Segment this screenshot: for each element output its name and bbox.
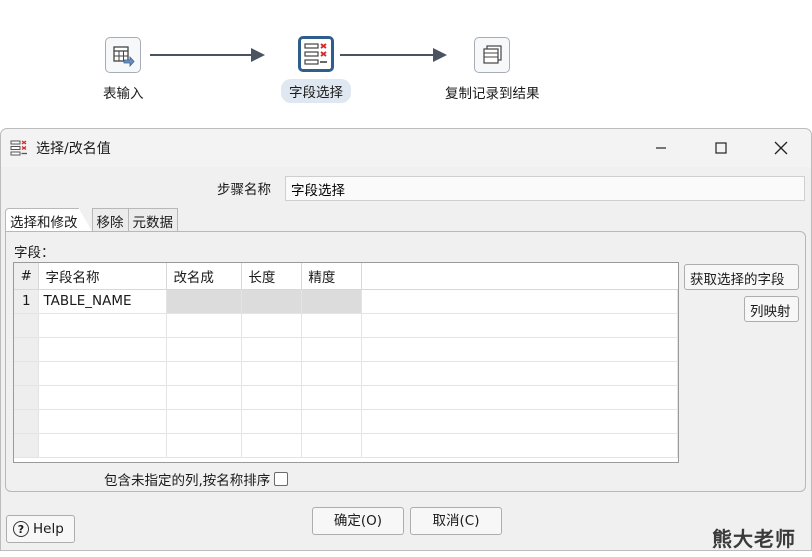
tab-metadata[interactable]: 元数据 [127,208,178,232]
select-values-dialog: 选择/改名值 步骤名称 选择和修改 移除 元数据 字段： [0,128,812,551]
column-mapping-button[interactable]: 列映射 [744,296,799,322]
help-icon: ? [13,521,29,537]
dialog-title: 选择/改名值 [36,141,111,157]
table-cell[interactable] [38,337,168,362]
table-cell[interactable] [301,337,363,362]
get-fields-button[interactable]: 获取选择的字段 [684,264,799,290]
table-row[interactable] [14,433,678,458]
tab-remove[interactable]: 移除 [91,208,129,232]
table-cell[interactable] [38,385,168,410]
table-cell[interactable] [166,313,243,338]
column-header-rename-to[interactable]: 改名成 [166,263,243,290]
row-number: 1 [14,289,40,314]
empty-cell [361,337,678,362]
table-row[interactable] [14,385,678,410]
column-header-empty [361,263,678,290]
row-number [14,313,40,338]
step-select-values[interactable]: 字段选择 [281,36,351,103]
row-number [14,385,40,410]
table-cell[interactable] [38,409,168,434]
hop-arrow[interactable] [150,48,265,62]
empty-cell [361,409,678,434]
minimize-button[interactable] [631,129,691,167]
hop-arrow[interactable] [340,48,447,62]
step-label: 表输入 [103,86,144,102]
table-cell[interactable] [241,337,303,362]
table-cell[interactable] [301,361,363,386]
table-cell[interactable] [301,433,363,458]
row-number [14,433,40,458]
table-cell[interactable] [301,313,363,338]
cancel-button[interactable]: 取消(C) [410,507,502,535]
help-button[interactable]: ? Help [6,515,75,543]
select-values-icon [10,140,27,156]
ok-button[interactable]: 确定(O) [312,507,404,535]
table-cell[interactable] [241,313,303,338]
dialog-titlebar[interactable]: 选择/改名值 [1,129,811,167]
table-cell[interactable] [38,433,168,458]
fields-table[interactable]: # 字段名称 改名成 长度 精度 1 TABLE_NAME [13,262,679,463]
step-label: 字段选择 [281,79,351,103]
empty-cell [361,313,678,338]
table-cell[interactable] [166,385,243,410]
column-header-length[interactable]: 长度 [241,263,303,290]
include-unspecified-label: 包含未指定的列,按名称排序 [104,473,271,489]
step-name-input[interactable] [285,176,805,201]
transformation-canvas[interactable]: 表输入 字段选择 复制记录到结果 [0,0,812,130]
empty-cell [361,361,678,386]
table-row[interactable]: 1 TABLE_NAME [14,289,678,314]
close-button[interactable] [751,129,811,167]
close-icon [774,141,788,155]
table-cell[interactable] [166,433,243,458]
include-unspecified-row: 包含未指定的列,按名称排序 [104,469,289,489]
column-header-rownum[interactable]: # [14,263,40,290]
table-row[interactable] [14,313,678,338]
step-label: 复制记录到结果 [445,86,540,102]
step-copy-rows-to-result[interactable]: 复制记录到结果 [437,37,548,104]
table-input-icon[interactable] [105,37,142,73]
length-cell[interactable] [241,289,303,314]
table-cell[interactable] [241,385,303,410]
table-cell[interactable] [166,409,243,434]
table-cell[interactable] [301,409,363,434]
copy-rows-to-result-icon[interactable] [474,37,511,73]
minimize-icon [656,147,666,149]
field-name-cell[interactable]: TABLE_NAME [38,289,168,314]
row-number [14,409,40,434]
table-cell[interactable] [166,361,243,386]
table-cell[interactable] [241,433,303,458]
precision-cell[interactable] [301,289,363,314]
step-table-input[interactable]: 表输入 [95,37,152,104]
tab-bar: 选择和修改 移除 元数据 [5,208,178,232]
column-header-precision[interactable]: 精度 [301,263,363,290]
table-cell[interactable] [166,337,243,362]
tab-panel: 字段： # 字段名称 改名成 长度 精度 1 TABLE_NAME 获取选择的字… [5,231,806,492]
fields-label: 字段： [14,245,55,261]
table-row[interactable] [14,361,678,386]
help-label: Help [33,521,64,537]
table-cell[interactable] [301,385,363,410]
watermark: 熊大老师 [712,527,796,551]
row-number [14,361,40,386]
column-header-field-name[interactable]: 字段名称 [38,263,168,290]
include-unspecified-checkbox[interactable] [274,472,289,486]
maximize-button[interactable] [691,129,751,167]
table-row[interactable] [14,337,678,362]
empty-cell [361,433,678,458]
step-name-label: 步骤名称 [217,182,271,198]
tab-select-and-alter[interactable]: 选择和修改 [5,208,93,232]
table-cell[interactable] [241,361,303,386]
select-values-icon[interactable] [298,36,334,72]
table-cell[interactable] [241,409,303,434]
table-cell[interactable] [38,361,168,386]
rename-to-cell[interactable] [166,289,243,314]
empty-cell [361,289,678,314]
empty-cell [361,385,678,410]
table-cell[interactable] [38,313,168,338]
maximize-icon [715,142,727,154]
row-number [14,337,40,362]
table-row[interactable] [14,409,678,434]
